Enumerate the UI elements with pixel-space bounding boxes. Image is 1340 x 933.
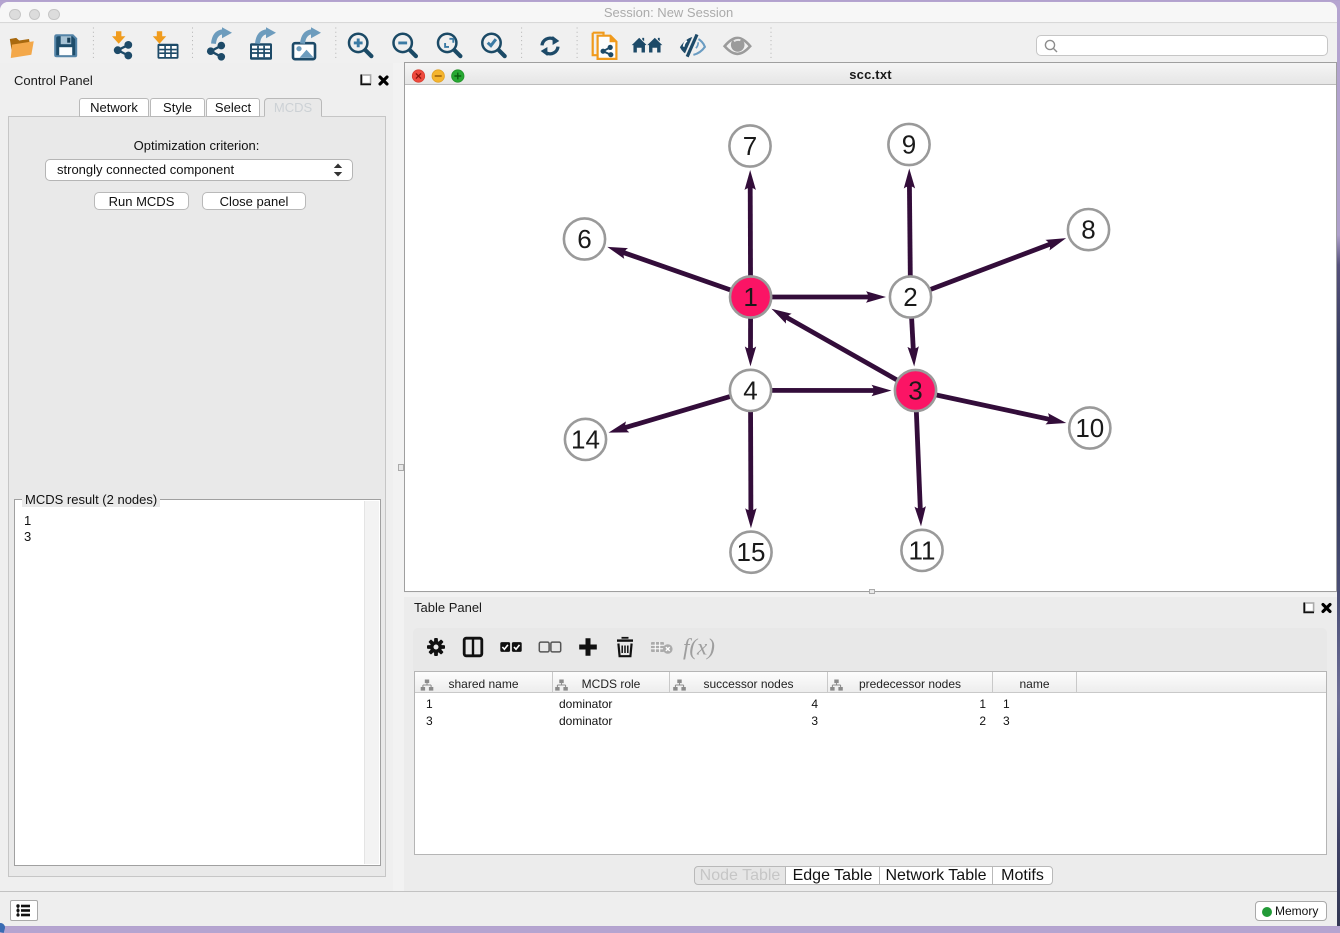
svg-text:4: 4 [743,375,757,405]
svg-text:2: 2 [903,282,917,312]
svg-text:3: 3 [908,376,922,406]
svg-text:1: 1 [743,282,757,312]
svg-text:15: 15 [737,537,766,567]
svg-text:14: 14 [571,424,600,454]
svg-text:6: 6 [577,224,591,254]
svg-text:11: 11 [909,535,936,565]
svg-text:8: 8 [1081,215,1095,245]
svg-text:10: 10 [1075,413,1104,443]
svg-text:f(x): f(x) [683,635,715,660]
svg-text:9: 9 [902,130,916,160]
svg-text:7: 7 [743,131,757,161]
